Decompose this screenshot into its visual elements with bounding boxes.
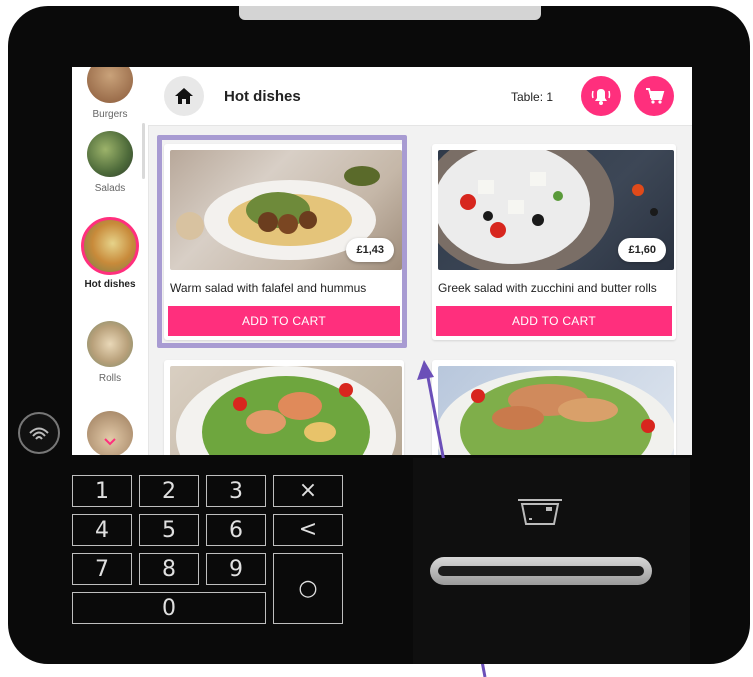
category-label: Hot dishes (84, 279, 136, 290)
cart-icon (646, 88, 665, 104)
product-image[interactable] (438, 366, 674, 455)
product-name: Greek salad with zucchini and butter rol… (438, 281, 657, 295)
keypad-key-6[interactable]: 6 (206, 514, 266, 546)
keypad-key-5[interactable]: 5 (139, 514, 199, 546)
product-card (164, 360, 404, 455)
home-button[interactable] (164, 76, 204, 116)
card-slot[interactable] (430, 557, 652, 585)
keypad-key-7[interactable]: 7 (72, 553, 132, 585)
product-card: £1,60 Greek salad with zucchini and butt… (432, 144, 676, 340)
call-waiter-button[interactable] (581, 76, 621, 116)
burgers-thumbnail (87, 67, 133, 103)
category-item-burgers[interactable]: Burgers (72, 67, 148, 120)
category-label: Burgers (92, 109, 128, 120)
category-item-rolls[interactable]: Rolls (72, 321, 148, 384)
keypad-clear-key[interactable]: × (273, 475, 343, 507)
card-slot-opening (438, 566, 644, 576)
keypad-key-8[interactable]: 8 (139, 553, 199, 585)
category-label: Salads (94, 183, 126, 194)
keypad-key-1[interactable]: 1 (72, 475, 132, 507)
bell-icon (591, 89, 611, 105)
selection-highlight (157, 135, 407, 348)
page-title: Hot dishes (224, 88, 301, 105)
category-item-hot-dishes[interactable]: Hot dishes (72, 217, 148, 290)
keypad-key-0[interactable]: 0 (72, 592, 266, 624)
card-icon (518, 499, 562, 525)
home-icon (175, 88, 193, 104)
category-sidebar: Burgers Salads Hot dishes Rolls (72, 67, 149, 455)
category-label: Rolls (98, 373, 122, 384)
category-item-salads[interactable]: Salads (72, 131, 148, 194)
chevron-down-icon[interactable] (104, 435, 116, 449)
page-header: Hot dishes Table: 1 (148, 67, 692, 126)
product-image[interactable] (170, 366, 402, 455)
nfc-icon (18, 412, 60, 454)
cart-button[interactable] (634, 76, 674, 116)
keypad-back-key[interactable]: < (273, 514, 343, 546)
keypad-key-9[interactable]: 9 (206, 553, 266, 585)
device-top-bar (239, 6, 541, 20)
keypad-key-4[interactable]: 4 (72, 514, 132, 546)
add-to-cart-button[interactable]: ADD TO CART (436, 306, 672, 336)
table-number: Table: 1 (511, 90, 554, 104)
keypad-key-3[interactable]: 3 (206, 475, 266, 507)
product-card (432, 360, 676, 455)
salads-thumbnail (87, 131, 133, 177)
hot-dishes-thumbnail (81, 217, 139, 275)
keypad-key-2[interactable]: 2 (139, 475, 199, 507)
rolls-thumbnail (87, 321, 133, 367)
price-badge: £1,60 (618, 238, 666, 262)
keypad-enter-key[interactable]: ○ (273, 553, 343, 624)
